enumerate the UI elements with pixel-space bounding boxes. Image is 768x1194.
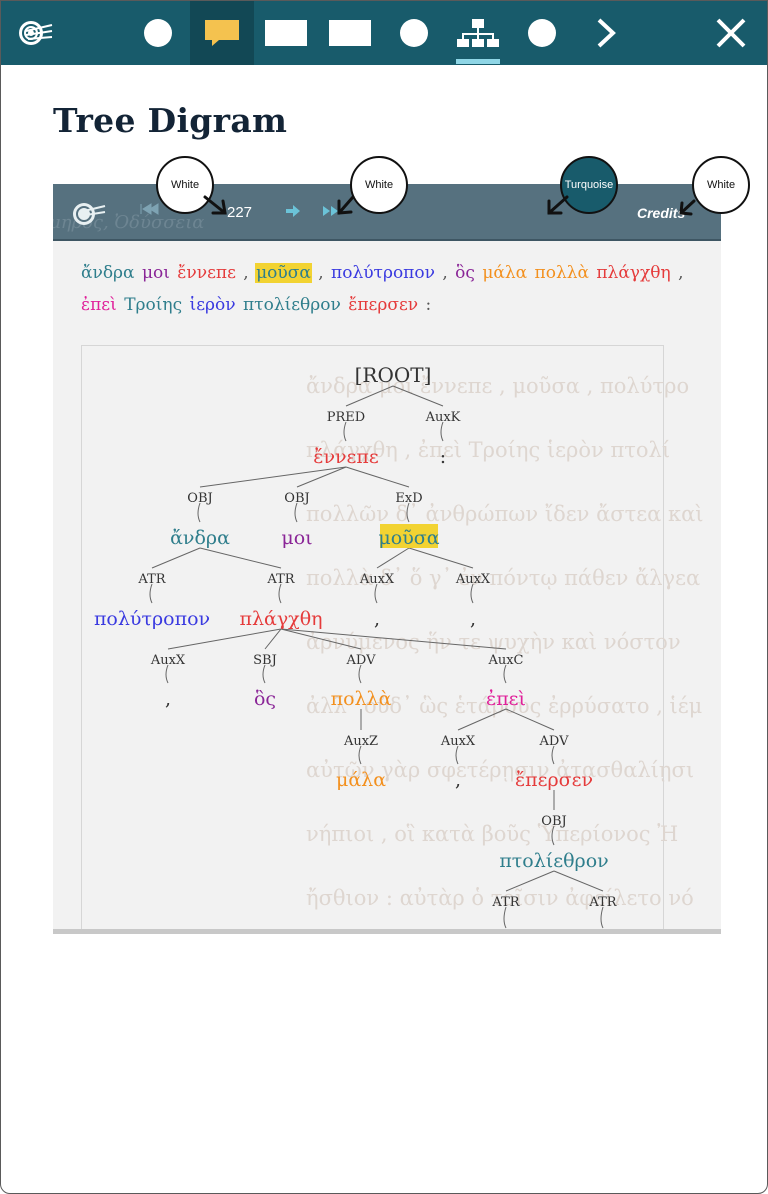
tree-root: [ROOT] [355,363,432,387]
app-window: Tree Digram μηρος, Ὀδύσσεια 227 Credits … [0,0,768,1194]
relation-label: AuxX [359,572,395,587]
tree-word[interactable]: , [455,769,461,791]
dependency-tree: [ROOT] PRED ἔννεπε AuxK: OBJ ἄνδρα OBJ μοι ExD μο… [94,363,618,929]
tree-word[interactable]: πολύτροπον [94,608,210,630]
relation-label: ATR [491,895,520,910]
tree-word[interactable]: ἔπερσεν [515,769,593,791]
relation-label: AuxC [487,653,523,668]
tree-word[interactable]: ἐπεὶ [486,688,526,710]
tree-word[interactable]: μάλα [336,769,386,791]
tree-word[interactable]: ὃς [254,688,276,710]
relation-label: AuxX [455,572,491,587]
relation-label: ExD [395,491,422,506]
relation-label: OBJ [541,814,566,829]
tree-word[interactable]: : [440,446,446,468]
tree-word[interactable]: ἄνδρα [170,527,230,549]
relation-label: OBJ [284,491,309,506]
tree-word[interactable]: πλάγχθη [239,608,322,630]
tree-word[interactable]: , [165,688,171,710]
relation-label: AuxX [150,653,186,668]
tree-word[interactable]: , [374,608,380,630]
relation-label: OBJ [187,491,212,506]
tree-edge [197,466,347,523]
relation-label: PRED [327,410,365,425]
tree-word[interactable]: ἔννεπε [313,446,378,468]
tree-word[interactable]: μοῦσα [378,527,439,549]
relation-label: ATR [137,572,166,587]
relation-label: AuxK [425,410,461,425]
relation-label: AuxZ [343,734,378,749]
tree-word[interactable]: , [470,608,476,630]
tree-word[interactable]: πτολίεθρον [499,850,608,872]
callout-arrows [203,195,696,216]
tree-word[interactable]: πολλὰ [331,688,392,710]
relation-label: AuxX [440,734,476,749]
relation-label: ADV [346,653,377,668]
relation-label: SBJ [253,653,277,668]
relation-label: ATR [588,895,617,910]
tree-word[interactable]: μοι [281,527,312,549]
relation-label: ADV [539,734,570,749]
relation-label: ATR [266,572,295,587]
